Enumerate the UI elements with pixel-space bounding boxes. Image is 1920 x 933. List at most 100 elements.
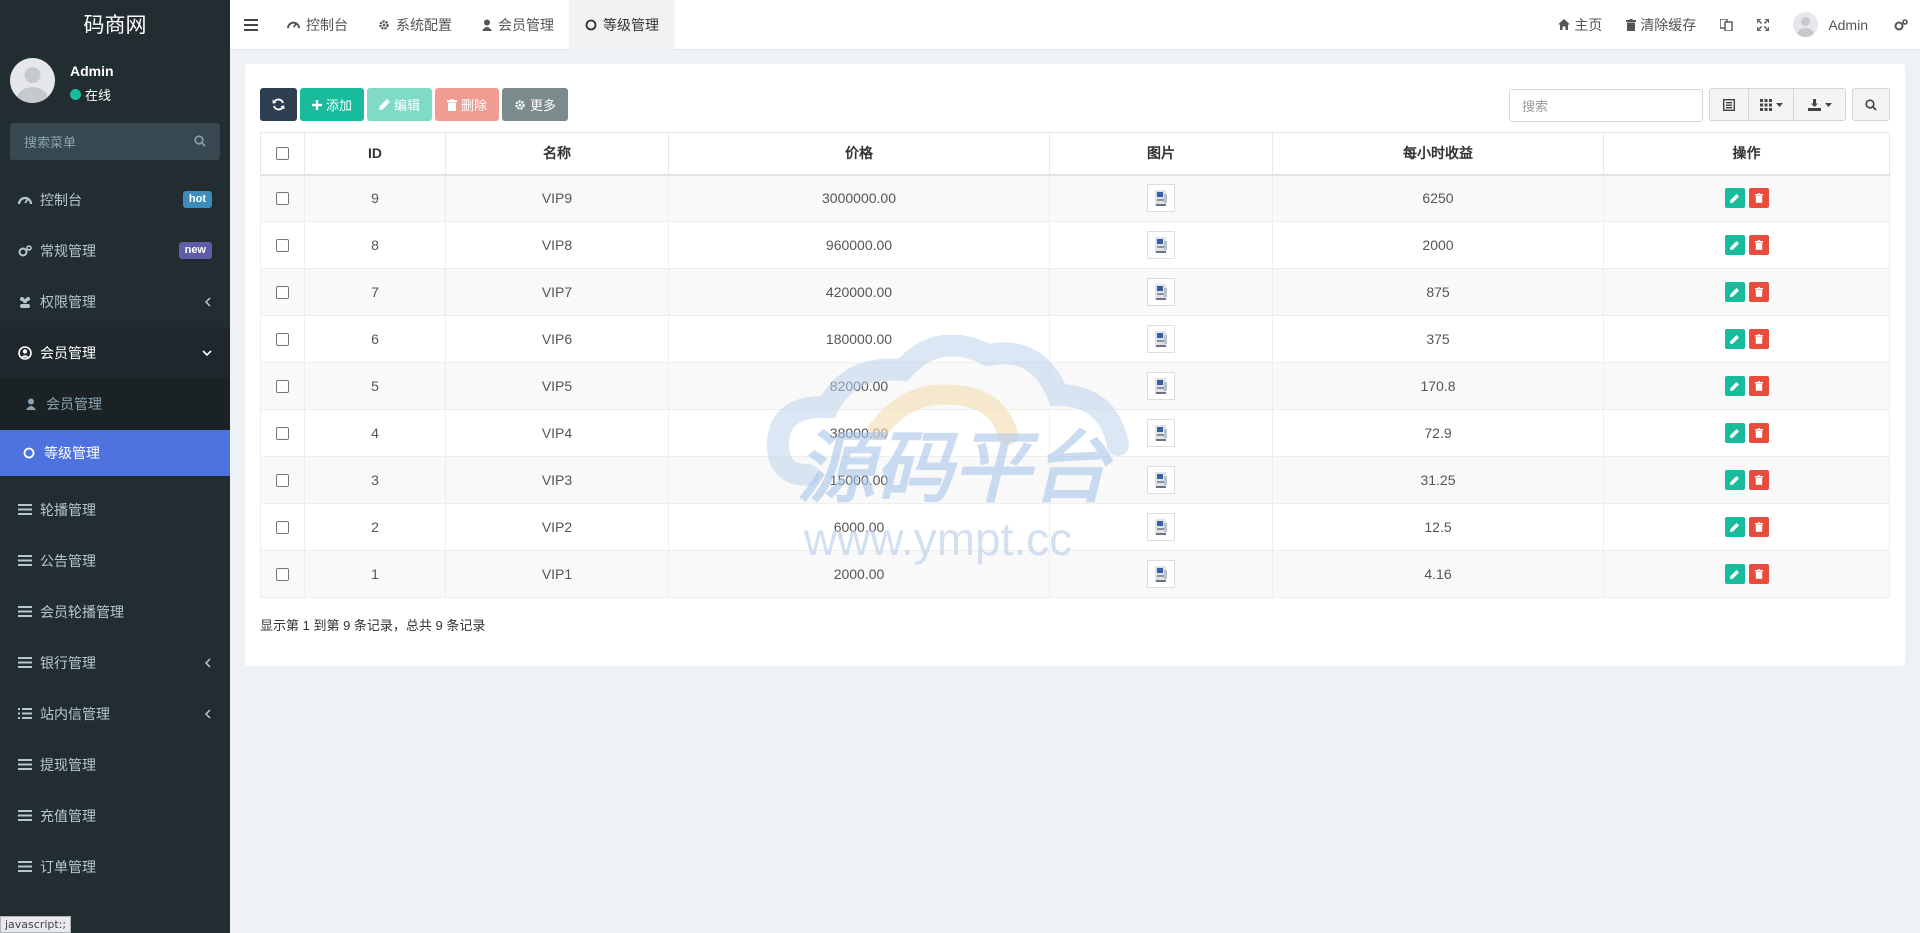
- level-thumbnail[interactable]: [1147, 419, 1175, 447]
- circle-o-icon: [22, 446, 36, 460]
- clear-cache-button[interactable]: 清除缓存: [1614, 0, 1708, 50]
- row-checkbox[interactable]: [276, 332, 289, 346]
- row-edit-button[interactable]: [1724, 564, 1745, 584]
- pencil-icon: [1730, 381, 1739, 391]
- sidebar-item-members[interactable]: 会员管理: [0, 327, 230, 378]
- caret-down-icon: [1775, 102, 1783, 107]
- column-header-image[interactable]: 图片: [1049, 132, 1273, 176]
- row-delete-button[interactable]: [1748, 282, 1769, 302]
- toggle-view-button[interactable]: [1709, 88, 1749, 121]
- column-header-income[interactable]: 每小时收益: [1272, 132, 1604, 176]
- more-button[interactable]: 更多: [502, 88, 569, 121]
- column-header-id[interactable]: ID: [304, 132, 446, 176]
- row-delete-button[interactable]: [1748, 376, 1769, 396]
- list-icon: [18, 860, 32, 874]
- refresh-icon: [272, 98, 285, 111]
- sidebar-item-permissions[interactable]: 权限管理: [0, 276, 230, 327]
- row-checkbox[interactable]: [276, 191, 289, 205]
- level-thumbnail[interactable]: [1147, 231, 1175, 259]
- row-checkbox[interactable]: [276, 520, 289, 534]
- user-menu[interactable]: Admin: [1781, 0, 1880, 50]
- sidebar-item-carousel[interactable]: 轮播管理: [0, 484, 230, 535]
- sidebar-item-recharge[interactable]: 充值管理: [0, 790, 230, 841]
- row-delete-button[interactable]: [1748, 517, 1769, 537]
- language-button[interactable]: [1708, 0, 1745, 50]
- sidebar-item-level-manage[interactable]: 等级管理: [0, 430, 230, 476]
- row-edit-button[interactable]: [1724, 188, 1745, 209]
- level-thumbnail[interactable]: [1147, 466, 1175, 494]
- menu-search-input[interactable]: 搜索菜单: [10, 123, 220, 160]
- sidebar-item-general[interactable]: 常规管理 new: [0, 225, 230, 276]
- table-search-input[interactable]: 搜索: [1509, 89, 1703, 122]
- tab-member-manage[interactable]: 会员管理: [467, 0, 569, 50]
- row-delete-button[interactable]: [1748, 188, 1769, 209]
- tab-level-manage[interactable]: 等级管理: [569, 0, 675, 50]
- level-thumbnail[interactable]: [1147, 513, 1175, 541]
- add-button[interactable]: 添加: [300, 88, 365, 121]
- row-checkbox[interactable]: [276, 473, 289, 487]
- cell-income: 2000: [1272, 221, 1604, 269]
- row-delete-button[interactable]: [1748, 423, 1769, 443]
- home-link[interactable]: 主页: [1546, 0, 1614, 50]
- level-thumbnail[interactable]: [1147, 184, 1175, 213]
- new-badge: new: [178, 242, 212, 259]
- cell-id: 5: [304, 362, 446, 410]
- row-select-cell: [260, 503, 305, 551]
- sidebar-item-member-manage[interactable]: 会员管理: [0, 378, 230, 430]
- row-delete-button[interactable]: [1748, 329, 1769, 349]
- cell-actions: [1603, 315, 1890, 363]
- level-thumbnail[interactable]: [1147, 560, 1175, 588]
- gear-icon: [378, 19, 390, 31]
- fullscreen-button[interactable]: [1745, 0, 1781, 50]
- row-edit-button[interactable]: [1724, 376, 1745, 396]
- row-delete-button[interactable]: [1748, 235, 1769, 255]
- tab-system-config[interactable]: 系统配置: [363, 0, 467, 50]
- cell-image: [1049, 456, 1273, 504]
- row-edit-button[interactable]: [1724, 235, 1745, 255]
- row-delete-button[interactable]: [1748, 470, 1769, 490]
- row-edit-button[interactable]: [1724, 329, 1745, 349]
- delete-button[interactable]: 删除: [435, 88, 500, 121]
- row-checkbox[interactable]: [276, 426, 289, 440]
- row-edit-button[interactable]: [1724, 470, 1745, 490]
- list-icon: [18, 656, 32, 670]
- sidebar-item-orders[interactable]: 订单管理: [0, 841, 230, 892]
- level-thumbnail[interactable]: [1147, 372, 1175, 400]
- row-checkbox[interactable]: [276, 238, 289, 252]
- table-view-buttons: [1709, 88, 1846, 121]
- cell-price: 15000.00: [668, 456, 1050, 504]
- sidebar-item-withdraw[interactable]: 提现管理: [0, 739, 230, 790]
- common-search-button[interactable]: [1852, 88, 1890, 121]
- level-thumbnail[interactable]: [1147, 278, 1175, 306]
- columns-dropdown-button[interactable]: [1749, 88, 1794, 121]
- row-edit-button[interactable]: [1724, 517, 1745, 537]
- sidebar-item-dashboard[interactable]: 控制台 hot: [0, 174, 230, 225]
- column-header-price[interactable]: 价格: [668, 132, 1050, 176]
- search-icon[interactable]: [194, 135, 206, 147]
- export-dropdown-button[interactable]: [1794, 88, 1846, 121]
- column-header-actions: 操作: [1603, 132, 1890, 176]
- sidebar-item-messages[interactable]: 站内信管理: [0, 688, 230, 739]
- edit-button[interactable]: 编辑: [367, 88, 433, 121]
- sidebar-item-notice[interactable]: 公告管理: [0, 535, 230, 586]
- row-checkbox[interactable]: [276, 285, 289, 299]
- refresh-button[interactable]: [260, 88, 297, 121]
- tab-dashboard[interactable]: 控制台: [272, 0, 363, 50]
- sidebar-item-member-carousel[interactable]: 会员轮播管理: [0, 586, 230, 637]
- user-panel: Admin 在线: [0, 50, 230, 116]
- select-all-checkbox[interactable]: [276, 146, 289, 160]
- row-checkbox[interactable]: [276, 379, 289, 393]
- sidebar-item-bank[interactable]: 银行管理: [0, 637, 230, 688]
- sidebar: 码商网 Admin 在线 搜索菜单 控制台 hot 常规管理 new 权限管理 …: [0, 0, 230, 933]
- row-edit-button[interactable]: [1724, 282, 1745, 302]
- app-logo[interactable]: 码商网: [0, 0, 230, 50]
- row-edit-button[interactable]: [1724, 423, 1745, 443]
- level-thumbnail[interactable]: [1147, 325, 1175, 353]
- column-header-name[interactable]: 名称: [445, 132, 669, 176]
- chevron-left-icon: [204, 657, 212, 668]
- sidebar-toggle-button[interactable]: [230, 0, 272, 50]
- control-sidebar-button[interactable]: [1880, 0, 1920, 50]
- row-checkbox[interactable]: [276, 567, 289, 581]
- trash-icon: [1626, 18, 1637, 31]
- row-delete-button[interactable]: [1748, 564, 1769, 584]
